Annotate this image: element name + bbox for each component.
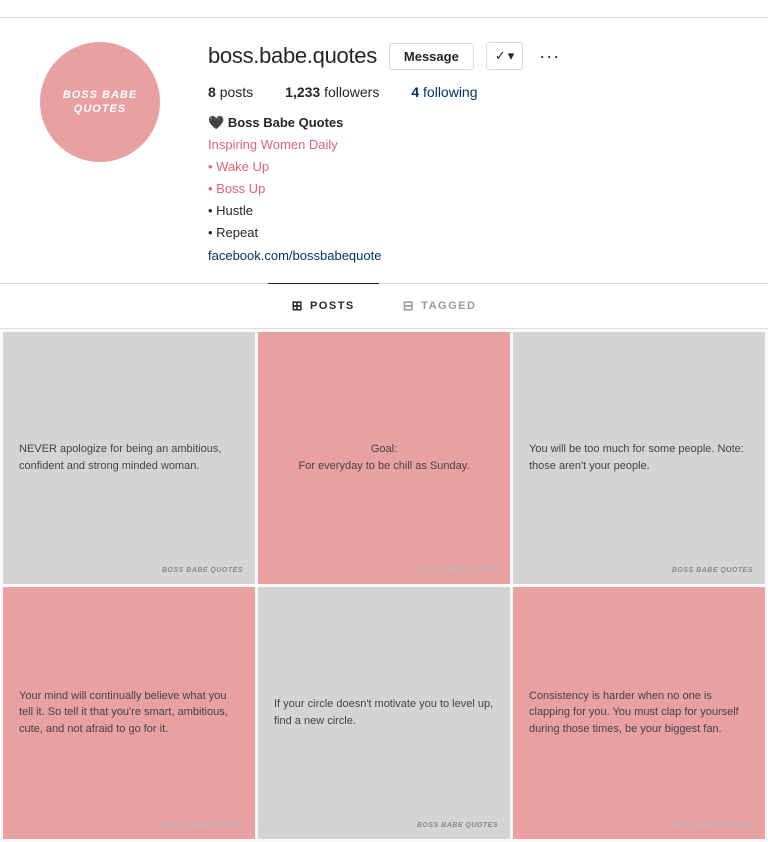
- grid-watermark-6: BOSS BABE QUOTES: [672, 822, 753, 829]
- grid-quote-6: Consistency is harder when no one is cla…: [529, 688, 749, 738]
- grid-item-1[interactable]: NEVER apologize for being an ambitious, …: [3, 332, 255, 584]
- grid-watermark-5: BOSS BABE QUOTES: [417, 822, 498, 829]
- grid-quote-1: NEVER apologize for being an ambitious, …: [19, 441, 239, 474]
- grid-watermark-1: BOSS BABE QUOTES: [162, 567, 243, 574]
- grid-quote-2: Goal:For everyday to be chill as Sunday.: [274, 441, 494, 474]
- tab-tagged[interactable]: ⊟ TAGGED: [379, 283, 501, 328]
- profile-section: BOSS BABE QUOTES boss.babe.quotes Messag…: [0, 18, 768, 284]
- profile-info: boss.babe.quotes Message ✓ ▾ ··· 8 posts…: [208, 42, 728, 267]
- posts-tab-icon: ⊞: [292, 298, 304, 314]
- posts-stat: 8 posts: [208, 84, 253, 100]
- followers-stat: 1,233 followers: [285, 84, 379, 100]
- bio-section: 🖤 Boss Babe Quotes Inspiring Women Daily…: [208, 112, 728, 267]
- tabs-section: ⊞ POSTS ⊟ TAGGED: [0, 284, 768, 329]
- following-stat[interactable]: 4 following: [411, 84, 477, 100]
- tagged-tab-label: TAGGED: [421, 300, 476, 312]
- profile-header-row: boss.babe.quotes Message ✓ ▾ ···: [208, 42, 728, 70]
- bio-bullet1: • Wake Up: [208, 156, 728, 178]
- posts-grid: NEVER apologize for being an ambitious, …: [0, 329, 768, 842]
- message-button[interactable]: Message: [389, 43, 474, 70]
- grid-quote-3: You will be too much for some people. No…: [529, 441, 749, 474]
- follow-button[interactable]: ✓ ▾: [486, 42, 523, 70]
- grid-item-2[interactable]: Goal:For everyday to be chill as Sunday.…: [258, 332, 510, 584]
- bio-link[interactable]: facebook.com/bossbabequote: [208, 245, 728, 267]
- bio-bullet4: • Repeat: [208, 222, 728, 244]
- bio-bullet2: • Boss Up: [208, 178, 728, 200]
- bio-name: 🖤 Boss Babe Quotes: [208, 112, 728, 134]
- stats-row: 8 posts 1,233 followers 4 following: [208, 84, 728, 100]
- grid-watermark-3: BOSS BABE QUOTES: [672, 567, 753, 574]
- grid-quote-4: Your mind will continually believe what …: [19, 688, 239, 738]
- grid-quote-5: If your circle doesn't motivate you to l…: [274, 696, 494, 729]
- bio-bullet3: • Hustle: [208, 200, 728, 222]
- follow-check-icon: ✓: [495, 48, 506, 64]
- avatar-container: BOSS BABE QUOTES: [40, 42, 160, 162]
- grid-item-6[interactable]: Consistency is harder when no one is cla…: [513, 587, 765, 839]
- follow-arrow-icon: ▾: [508, 48, 515, 64]
- posts-tab-label: POSTS: [310, 300, 355, 312]
- more-button[interactable]: ···: [535, 46, 564, 67]
- grid-item-4[interactable]: Your mind will continually believe what …: [3, 587, 255, 839]
- heart-icon: 🖤: [208, 115, 224, 130]
- bio-display-name: Boss Babe Quotes: [228, 115, 344, 130]
- grid-item-3[interactable]: You will be too much for some people. No…: [513, 332, 765, 584]
- bio-tagline: Inspiring Women Daily: [208, 134, 728, 156]
- grid-watermark-2: BOSS BABE QUOTES: [417, 567, 498, 574]
- top-bar: [0, 0, 768, 18]
- grid-watermark-4: BOSS BABE QUOTES: [162, 822, 243, 829]
- username: boss.babe.quotes: [208, 43, 377, 69]
- grid-item-5[interactable]: If your circle doesn't motivate you to l…: [258, 587, 510, 839]
- tagged-tab-icon: ⊟: [403, 298, 415, 314]
- tab-posts[interactable]: ⊞ POSTS: [268, 283, 379, 328]
- avatar: BOSS BABE QUOTES: [40, 42, 160, 162]
